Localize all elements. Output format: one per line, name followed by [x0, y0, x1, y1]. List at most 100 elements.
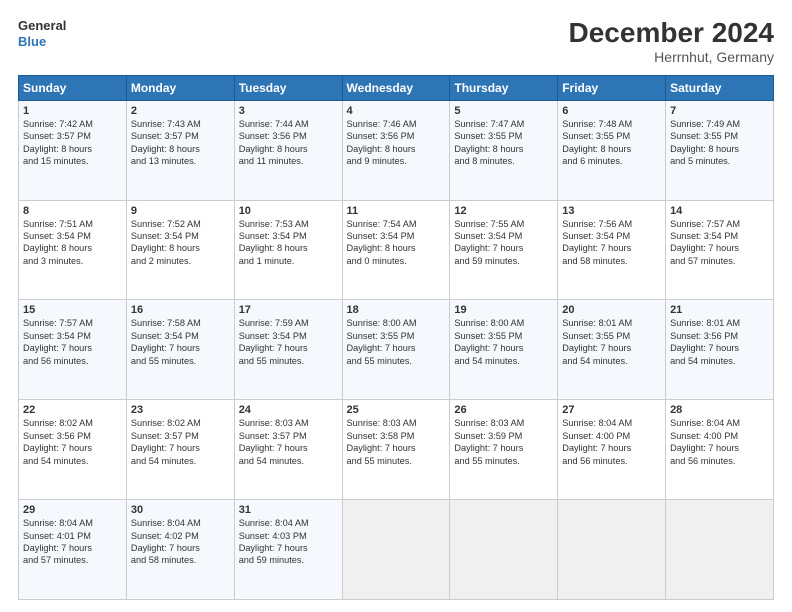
calendar-cell: 27Sunrise: 8:04 AMSunset: 4:00 PMDayligh… — [558, 400, 666, 500]
sunrise-text: Sunrise: 7:59 AM — [239, 317, 338, 329]
sunrise-text: Sunrise: 7:57 AM — [670, 218, 769, 230]
daylight-text: and 11 minutes. — [239, 155, 338, 167]
daylight-text: and 54 minutes. — [131, 455, 230, 467]
calendar-cell: 2Sunrise: 7:43 AMSunset: 3:57 PMDaylight… — [126, 100, 234, 200]
calendar-cell: 29Sunrise: 8:04 AMSunset: 4:01 PMDayligh… — [19, 500, 127, 600]
sunset-text: Sunset: 3:55 PM — [670, 130, 769, 142]
daylight-text: and 58 minutes. — [562, 255, 661, 267]
daylight-text: and 58 minutes. — [131, 554, 230, 566]
sunrise-text: Sunrise: 8:02 AM — [23, 417, 122, 429]
calendar-cell: 18Sunrise: 8:00 AMSunset: 3:55 PMDayligh… — [342, 300, 450, 400]
sunrise-text: Sunrise: 8:03 AM — [347, 417, 446, 429]
sunrise-text: Sunrise: 8:02 AM — [131, 417, 230, 429]
sunrise-text: Sunrise: 8:04 AM — [562, 417, 661, 429]
sunrise-text: Sunrise: 8:01 AM — [562, 317, 661, 329]
sunrise-text: Sunrise: 8:04 AM — [239, 517, 338, 529]
logo-blue: Blue — [18, 34, 66, 50]
sunset-text: Sunset: 3:59 PM — [454, 430, 553, 442]
calendar-cell: 19Sunrise: 8:00 AMSunset: 3:55 PMDayligh… — [450, 300, 558, 400]
sunset-text: Sunset: 3:54 PM — [23, 330, 122, 342]
calendar-cell: 25Sunrise: 8:03 AMSunset: 3:58 PMDayligh… — [342, 400, 450, 500]
day-number: 29 — [23, 504, 122, 516]
day-number: 22 — [23, 404, 122, 416]
day-number: 6 — [562, 105, 661, 117]
calendar-cell: 10Sunrise: 7:53 AMSunset: 3:54 PMDayligh… — [234, 200, 342, 300]
sunset-text: Sunset: 3:54 PM — [670, 230, 769, 242]
sunset-text: Sunset: 3:54 PM — [23, 230, 122, 242]
sunrise-text: Sunrise: 7:47 AM — [454, 118, 553, 130]
calendar-cell: 11Sunrise: 7:54 AMSunset: 3:54 PMDayligh… — [342, 200, 450, 300]
sunrise-text: Sunrise: 7:49 AM — [670, 118, 769, 130]
daylight-text: Daylight: 7 hours — [347, 442, 446, 454]
daylight-text: Daylight: 7 hours — [131, 542, 230, 554]
calendar-cell: 20Sunrise: 8:01 AMSunset: 3:55 PMDayligh… — [558, 300, 666, 400]
col-sunday: Sunday — [19, 75, 127, 100]
main-title: December 2024 — [569, 18, 774, 49]
sunrise-text: Sunrise: 7:53 AM — [239, 218, 338, 230]
calendar-week-4: 22Sunrise: 8:02 AMSunset: 3:56 PMDayligh… — [19, 400, 774, 500]
daylight-text: and 59 minutes. — [239, 554, 338, 566]
daylight-text: and 1 minute. — [239, 255, 338, 267]
day-number: 21 — [670, 304, 769, 316]
subtitle: Herrnhut, Germany — [569, 49, 774, 65]
sunset-text: Sunset: 3:57 PM — [239, 430, 338, 442]
daylight-text: Daylight: 8 hours — [239, 242, 338, 254]
sunset-text: Sunset: 3:54 PM — [562, 230, 661, 242]
calendar-cell: 21Sunrise: 8:01 AMSunset: 3:56 PMDayligh… — [666, 300, 774, 400]
day-number: 13 — [562, 205, 661, 217]
daylight-text: and 54 minutes. — [670, 355, 769, 367]
day-number: 23 — [131, 404, 230, 416]
daylight-text: Daylight: 7 hours — [239, 542, 338, 554]
header-row: Sunday Monday Tuesday Wednesday Thursday… — [19, 75, 774, 100]
day-number: 14 — [670, 205, 769, 217]
calendar-cell: 31Sunrise: 8:04 AMSunset: 4:03 PMDayligh… — [234, 500, 342, 600]
daylight-text: Daylight: 7 hours — [454, 242, 553, 254]
calendar-cell: 1Sunrise: 7:42 AMSunset: 3:57 PMDaylight… — [19, 100, 127, 200]
calendar-week-5: 29Sunrise: 8:04 AMSunset: 4:01 PMDayligh… — [19, 500, 774, 600]
daylight-text: and 13 minutes. — [131, 155, 230, 167]
daylight-text: Daylight: 7 hours — [131, 342, 230, 354]
daylight-text: Daylight: 7 hours — [23, 542, 122, 554]
title-block: December 2024 Herrnhut, Germany — [569, 18, 774, 65]
calendar-header: Sunday Monday Tuesday Wednesday Thursday… — [19, 75, 774, 100]
sunset-text: Sunset: 3:54 PM — [239, 230, 338, 242]
sunset-text: Sunset: 4:01 PM — [23, 530, 122, 542]
day-number: 5 — [454, 105, 553, 117]
sunrise-text: Sunrise: 7:52 AM — [131, 218, 230, 230]
day-number: 27 — [562, 404, 661, 416]
sunset-text: Sunset: 3:55 PM — [454, 130, 553, 142]
daylight-text: and 15 minutes. — [23, 155, 122, 167]
daylight-text: and 57 minutes. — [670, 255, 769, 267]
daylight-text: Daylight: 7 hours — [347, 342, 446, 354]
daylight-text: Daylight: 8 hours — [131, 242, 230, 254]
sunrise-text: Sunrise: 7:46 AM — [347, 118, 446, 130]
daylight-text: and 54 minutes. — [23, 455, 122, 467]
sunrise-text: Sunrise: 8:04 AM — [670, 417, 769, 429]
daylight-text: Daylight: 7 hours — [239, 442, 338, 454]
sunrise-text: Sunrise: 7:58 AM — [131, 317, 230, 329]
day-number: 20 — [562, 304, 661, 316]
daylight-text: Daylight: 8 hours — [23, 242, 122, 254]
daylight-text: and 9 minutes. — [347, 155, 446, 167]
day-number: 8 — [23, 205, 122, 217]
calendar-cell: 8Sunrise: 7:51 AMSunset: 3:54 PMDaylight… — [19, 200, 127, 300]
daylight-text: and 55 minutes. — [239, 355, 338, 367]
daylight-text: and 55 minutes. — [347, 455, 446, 467]
sunset-text: Sunset: 3:56 PM — [239, 130, 338, 142]
daylight-text: Daylight: 7 hours — [562, 242, 661, 254]
daylight-text: Daylight: 7 hours — [454, 342, 553, 354]
day-number: 1 — [23, 105, 122, 117]
day-number: 4 — [347, 105, 446, 117]
col-saturday: Saturday — [666, 75, 774, 100]
daylight-text: Daylight: 7 hours — [23, 342, 122, 354]
col-wednesday: Wednesday — [342, 75, 450, 100]
calendar-body: 1Sunrise: 7:42 AMSunset: 3:57 PMDaylight… — [19, 100, 774, 599]
sunrise-text: Sunrise: 8:01 AM — [670, 317, 769, 329]
daylight-text: Daylight: 8 hours — [239, 143, 338, 155]
sunset-text: Sunset: 3:54 PM — [131, 230, 230, 242]
daylight-text: Daylight: 8 hours — [562, 143, 661, 155]
daylight-text: and 8 minutes. — [454, 155, 553, 167]
daylight-text: Daylight: 8 hours — [347, 143, 446, 155]
daylight-text: and 56 minutes. — [562, 455, 661, 467]
sunrise-text: Sunrise: 8:00 AM — [347, 317, 446, 329]
